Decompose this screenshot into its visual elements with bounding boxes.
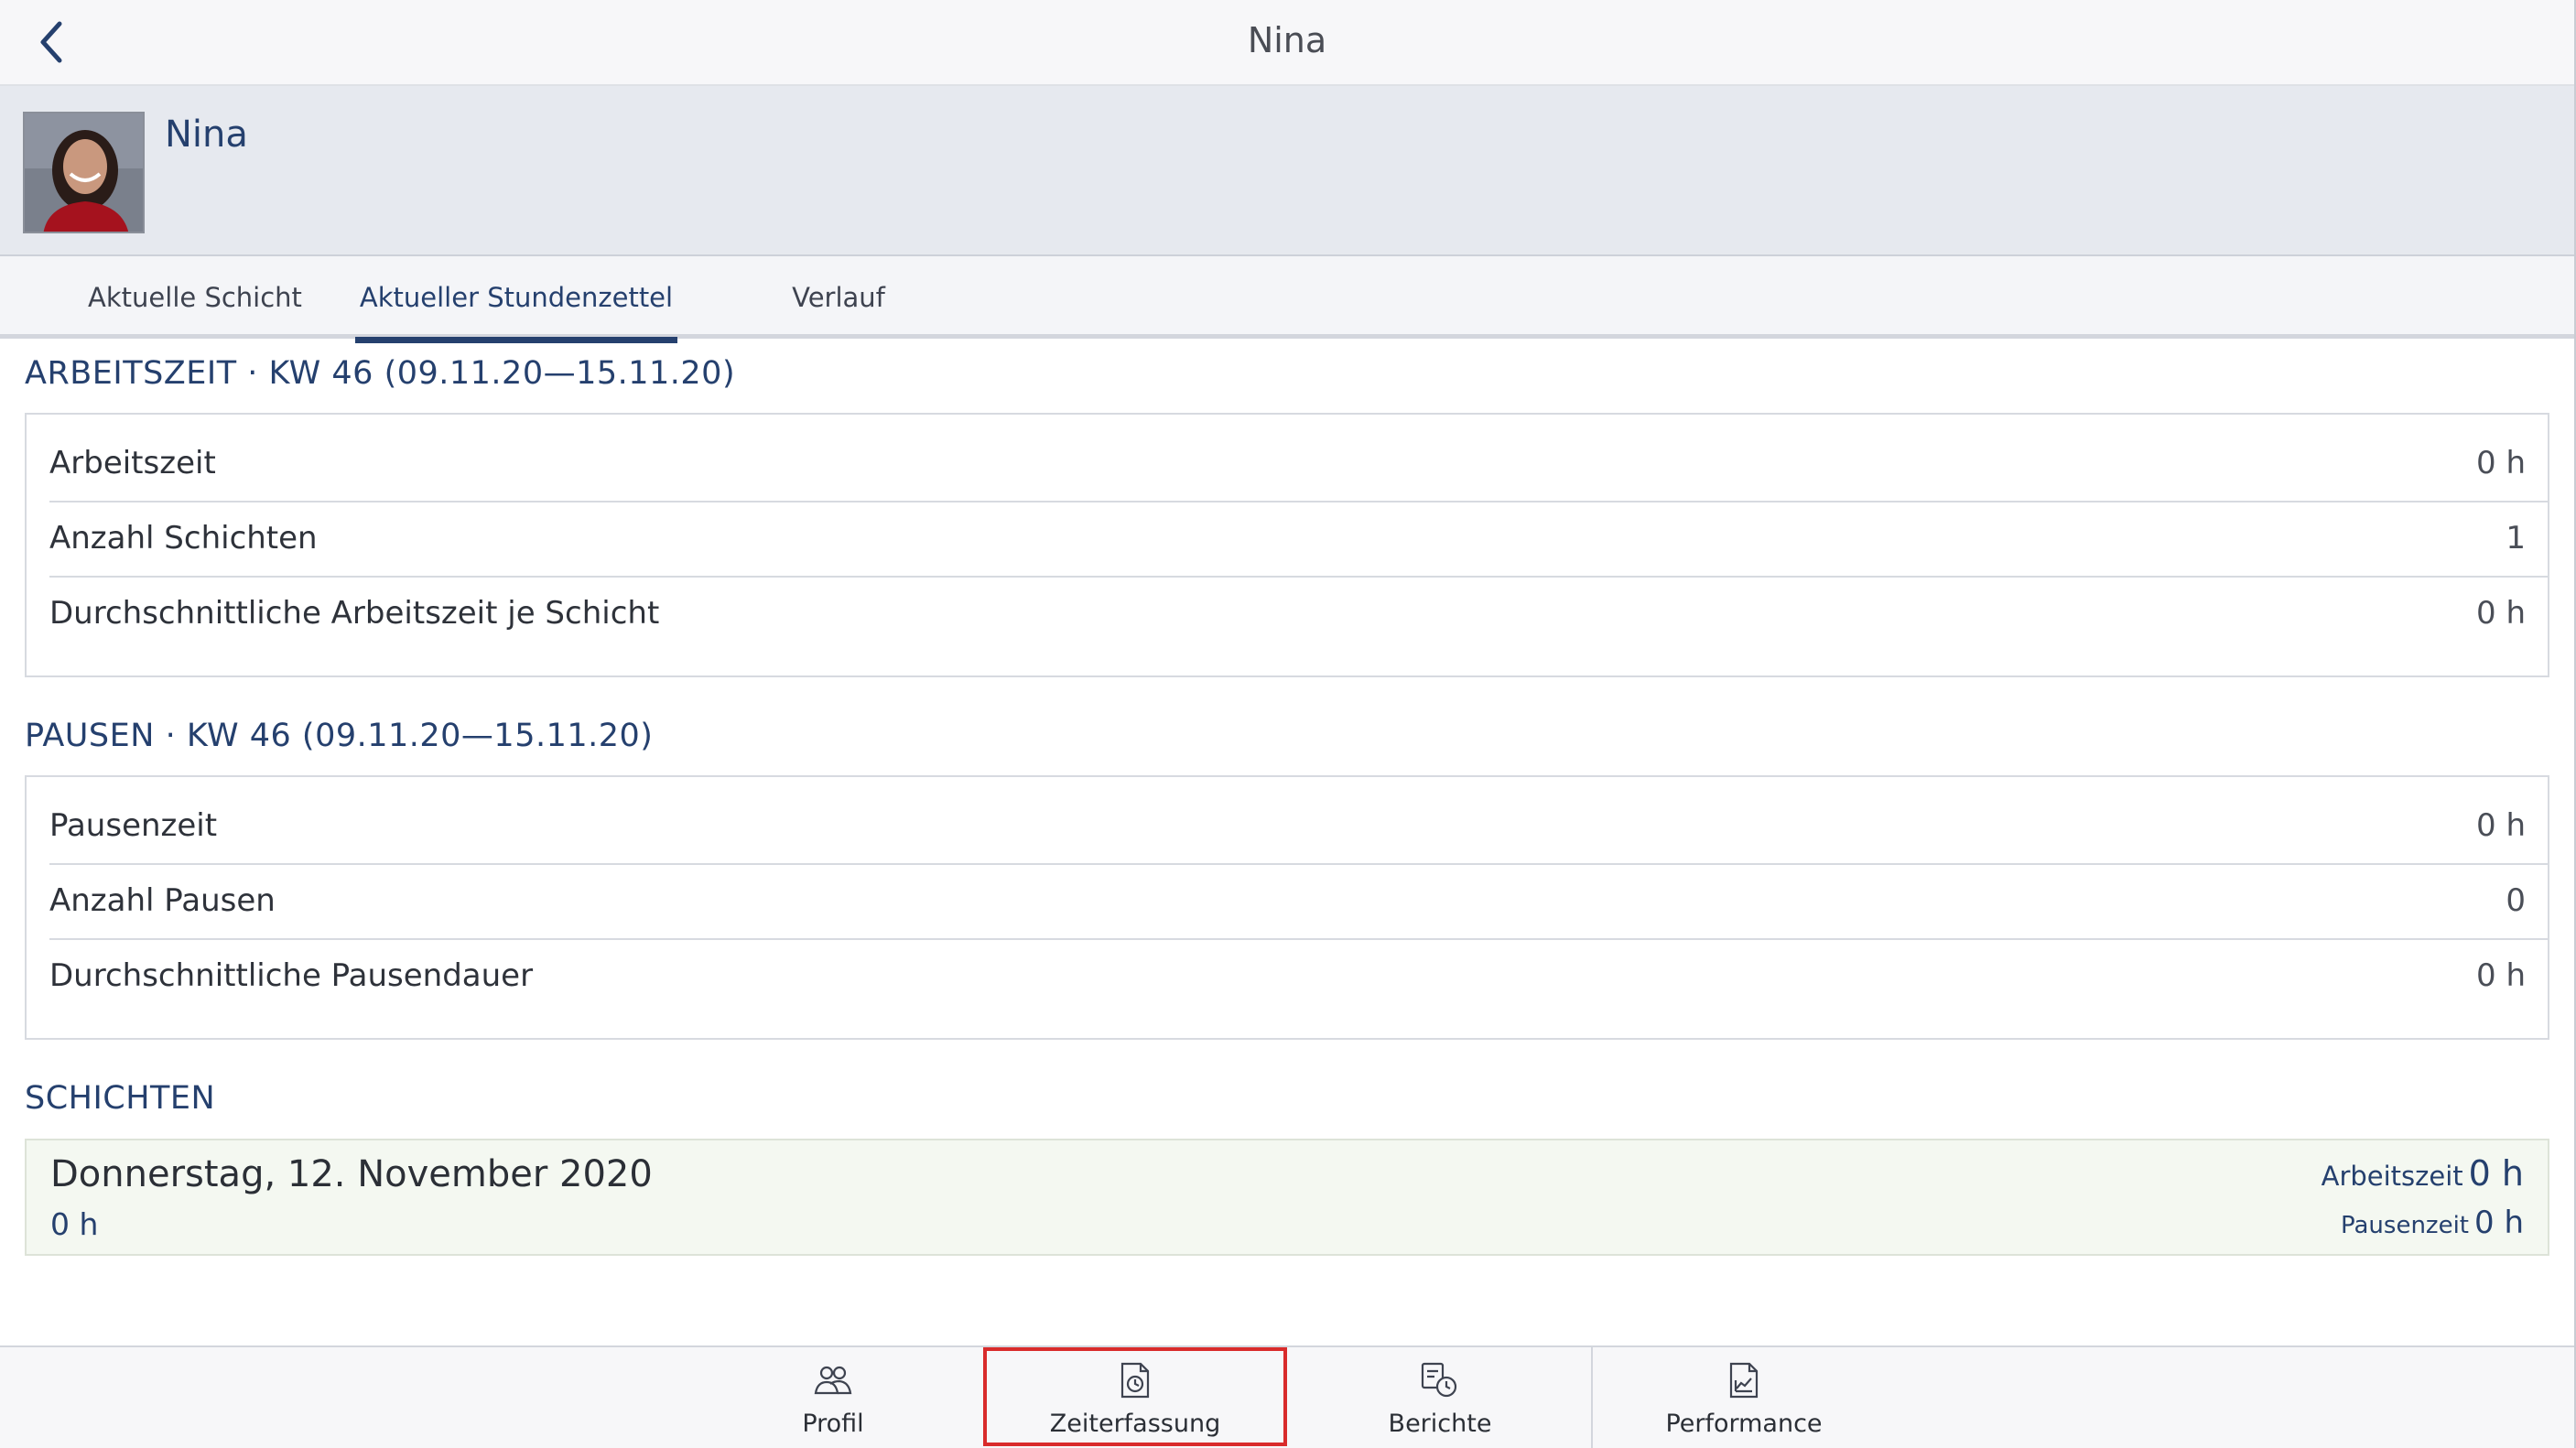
tabbar-item-zeiterfassung[interactable]: Zeiterfassung [985, 1347, 1285, 1448]
tabbar-label: Profil [802, 1410, 864, 1438]
bottom-tab-bar: Profil Zeiterfassung Berichte Performanc… [0, 1345, 2574, 1448]
segment-tabs: Aktuelle Schicht Aktueller Stundenzettel… [0, 256, 2574, 343]
profile-header: Nina [0, 86, 2574, 256]
shift-date: Donnerstag, 12. November 2020 [50, 1153, 653, 1195]
row-value: 0 h [2476, 807, 2526, 844]
pausen-card: Pausenzeit 0 h Anzahl Pausen 0 Durchschn… [25, 775, 2549, 1040]
table-row: Anzahl Schichten 1 [27, 501, 2548, 576]
tab-verlauf[interactable]: Verlauf [769, 256, 908, 339]
people-icon [813, 1360, 853, 1400]
row-value: 0 [2506, 882, 2526, 919]
tab-aktueller-stundenzettel[interactable]: Aktueller Stundenzettel [355, 256, 677, 343]
section-title-pausen: PAUSEN · KW 46 (09.11.20—15.11.20) [25, 718, 654, 754]
tab-aktuelle-schicht[interactable]: Aktuelle Schicht [82, 256, 308, 339]
profile-name: Nina [165, 113, 248, 156]
table-row: Durchschnittliche Arbeitszeit je Schicht… [27, 576, 2548, 651]
shift-pausenzeit-value: 0 h [2474, 1205, 2524, 1241]
shift-arbeitszeit: Arbeitszeit 0 h [2322, 1153, 2524, 1194]
shift-pausenzeit: Pausenzeit 0 h [2341, 1205, 2524, 1241]
tabbar-divider [1591, 1347, 1593, 1448]
table-row: Arbeitszeit 0 h [27, 426, 2548, 501]
row-value: 0 h [2476, 445, 2526, 481]
row-value: 0 h [2476, 595, 2526, 632]
shift-hours: 0 h [50, 1206, 99, 1242]
tabbar-item-profil[interactable]: Profil [734, 1347, 932, 1448]
table-row: Durchschnittliche Pausendauer 0 h [27, 938, 2548, 1013]
shift-arbeitszeit-label: Arbeitszeit [2321, 1161, 2463, 1192]
table-row: Pausenzeit 0 h [27, 788, 2548, 863]
nav-title: Nina [1247, 20, 1327, 60]
section-title-schichten: SCHICHTEN [25, 1080, 216, 1117]
shift-item[interactable]: Donnerstag, 12. November 2020 0 h Arbeit… [25, 1139, 2549, 1256]
reports-clock-icon [1420, 1360, 1460, 1400]
tabbar-item-performance[interactable]: Performance [1644, 1347, 1844, 1448]
row-label: Anzahl Schichten [49, 520, 318, 557]
tabbar-label: Performance [1665, 1410, 1823, 1438]
tabbar-label: Zeiterfassung [1049, 1410, 1221, 1438]
section-title-arbeitszeit: ARBEITSZEIT · KW 46 (09.11.20—15.11.20) [25, 355, 736, 392]
row-label: Pausenzeit [49, 807, 218, 844]
row-label: Durchschnittliche Arbeitszeit je Schicht [49, 595, 660, 632]
document-clock-icon [1115, 1360, 1155, 1400]
navigation-bar: Nina [0, 0, 2574, 86]
shift-pausenzeit-label: Pausenzeit [2340, 1212, 2469, 1239]
arbeitszeit-card: Arbeitszeit 0 h Anzahl Schichten 1 Durch… [25, 413, 2549, 677]
shift-arbeitszeit-value: 0 h [2468, 1153, 2524, 1194]
row-label: Anzahl Pausen [49, 882, 276, 919]
tabbar-item-berichte[interactable]: Berichte [1342, 1347, 1538, 1448]
row-label: Durchschnittliche Pausendauer [49, 957, 534, 994]
row-value: 1 [2506, 520, 2526, 557]
avatar [23, 112, 145, 233]
chart-document-icon [1724, 1360, 1764, 1400]
tabbar-label: Berichte [1388, 1410, 1492, 1438]
table-row: Anzahl Pausen 0 [27, 863, 2548, 938]
row-value: 0 h [2476, 957, 2526, 994]
row-label: Arbeitszeit [49, 445, 216, 481]
